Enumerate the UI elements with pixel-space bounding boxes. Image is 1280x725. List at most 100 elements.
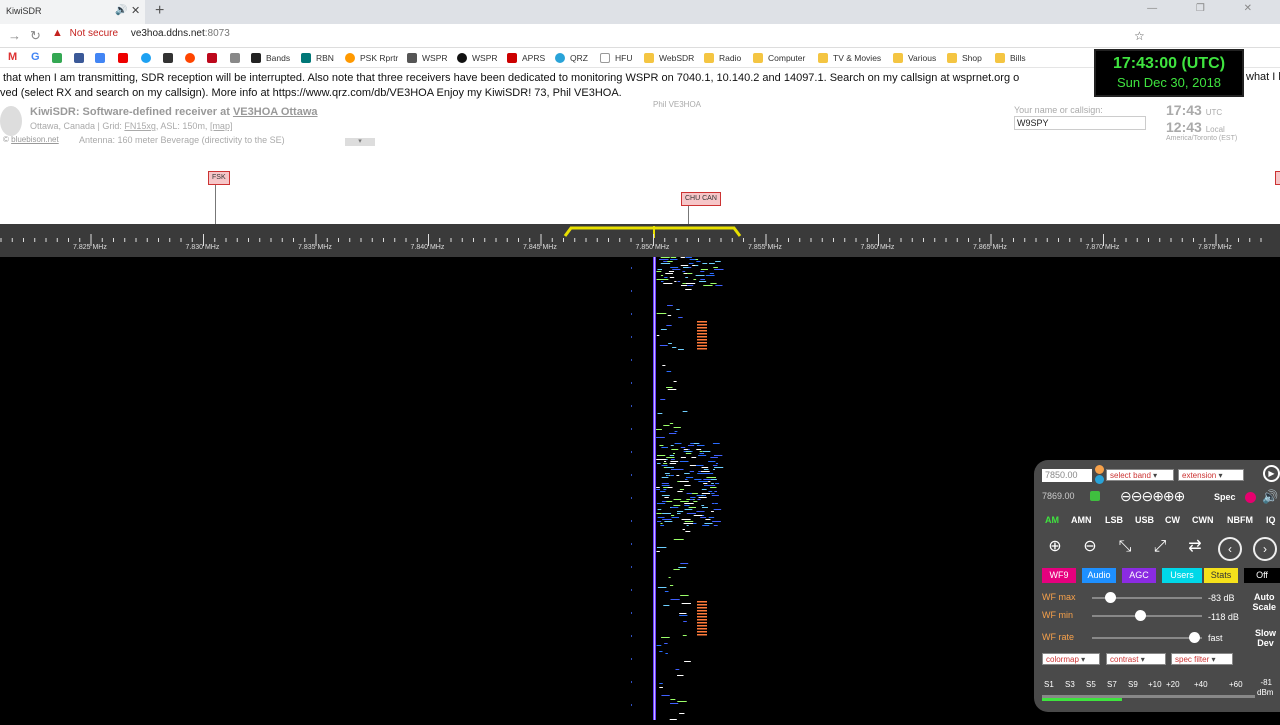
colormap-select[interactable]: colormap: [1042, 653, 1100, 665]
tab-stats[interactable]: Stats: [1204, 568, 1238, 583]
callsign-input[interactable]: [1014, 116, 1146, 130]
map-link[interactable]: [map]: [210, 121, 233, 131]
wf-max-slider[interactable]: [1105, 592, 1116, 603]
bookmark-aprs[interactable]: APRS: [507, 53, 545, 63]
mode-am[interactable]: AM: [1045, 515, 1059, 525]
bookmark-hfu[interactable]: HFU: [600, 53, 632, 63]
bookmark-qrz[interactable]: QRZ: [555, 53, 588, 63]
bookmark-shop[interactable]: Shop: [947, 53, 982, 63]
zoom-step-icons[interactable]: ⊖⊖⊖⊕⊕⊕: [1120, 488, 1185, 505]
tab-kiwisdr[interactable]: KiwiSDR 🔊 ✕: [0, 0, 145, 24]
mode-amn[interactable]: AMN: [1071, 515, 1092, 525]
wf-min-track[interactable]: [1092, 615, 1202, 617]
bookmark-wspr-1[interactable]: WSPR: [407, 53, 448, 63]
dx-label-chu-can[interactable]: CHU CAN: [681, 192, 721, 206]
bookmark-bills[interactable]: Bills: [995, 53, 1026, 63]
noise-speck: [631, 681, 632, 683]
signal-trace: [656, 487, 660, 488]
google-icon[interactable]: G: [31, 51, 40, 63]
address-bar[interactable]: ▲ Not secure ve3hoa.ddns.net:8073: [52, 27, 1152, 45]
mode-cwn[interactable]: CWN: [1192, 515, 1214, 525]
tab-users[interactable]: Users: [1162, 568, 1202, 583]
signal-trace: [680, 285, 687, 286]
maps-icon[interactable]: [52, 53, 67, 63]
twitter-icon[interactable]: [141, 53, 156, 63]
signal-trace: [715, 483, 720, 484]
signal-trace: [666, 325, 672, 326]
frequency-input[interactable]: 7850.00: [1042, 469, 1092, 482]
signal-trace: [662, 447, 668, 448]
bookmark-computer[interactable]: Computer: [753, 53, 805, 63]
signal-trace: [680, 563, 689, 564]
slow-dev-button[interactable]: Slow Dev: [1255, 628, 1276, 648]
contrast-select[interactable]: contrast: [1106, 653, 1166, 665]
step-down-icon[interactable]: [1095, 475, 1104, 484]
record-icon[interactable]: [1245, 492, 1256, 503]
reddit-icon[interactable]: [185, 53, 200, 63]
play-icon[interactable]: ▶: [1263, 465, 1280, 482]
zoom-narrow-icon[interactable]: ⤡: [1113, 537, 1137, 561]
tab-off[interactable]: Off: [1244, 568, 1280, 583]
spec-filter-select[interactable]: spec filter: [1171, 653, 1233, 665]
reload-icon[interactable]: ↻: [30, 28, 41, 44]
new-tab-button[interactable]: +: [155, 2, 164, 20]
tab-audio[interactable]: Audio: [1082, 568, 1116, 583]
title-link[interactable]: VE3HOA Ottawa: [233, 106, 318, 118]
auto-scale-button[interactable]: Auto Scale: [1252, 592, 1276, 612]
mode-cw[interactable]: CW: [1165, 515, 1180, 525]
wf-rate-track[interactable]: [1092, 637, 1202, 639]
frequency-scale[interactable]: 7.825 MHz 7.830 MHz 7.835 MHz 7.840 MHz 7.84…: [0, 224, 1280, 257]
dx-label-fsk[interactable]: FSK: [208, 171, 230, 185]
volume-icon[interactable]: 🔊: [1262, 489, 1278, 505]
tab-wf[interactable]: WF9: [1042, 568, 1076, 583]
gmail-icon[interactable]: M: [8, 51, 17, 63]
passband-marker[interactable]: [563, 226, 742, 237]
docs-icon[interactable]: [95, 53, 110, 63]
bookmark-bands[interactable]: Bands: [251, 53, 290, 63]
page-left-icon[interactable]: ‹: [1218, 537, 1242, 561]
band-select[interactable]: select band: [1106, 469, 1174, 481]
bookmark-30-icon[interactable]: [74, 53, 89, 63]
mode-usb[interactable]: USB: [1135, 515, 1154, 525]
swap-icon[interactable]: ⇄: [1183, 537, 1207, 561]
attribution-link[interactable]: bluebison.net: [11, 135, 59, 144]
signal-trace: [657, 455, 666, 456]
mode-nbfm[interactable]: NBFM: [1227, 515, 1253, 525]
digital-burst: [697, 610, 707, 612]
bookmark-psk-rprtr[interactable]: PSK Rprtr: [345, 53, 398, 63]
forward-icon[interactable]: →: [8, 28, 21, 43]
bookmark-wspr-2[interactable]: WSPR: [457, 53, 498, 63]
signal-trace: [680, 457, 686, 458]
page-right-icon[interactable]: ›: [1253, 537, 1277, 561]
youtube-icon[interactable]: [118, 53, 133, 63]
zoom-in-icon[interactable]: ⊕: [1043, 537, 1067, 561]
bookmark-tv-movies[interactable]: TV & Movies: [818, 53, 881, 63]
bookmark-icon[interactable]: [163, 53, 178, 63]
window-controls[interactable]: — ❐ ✕: [1147, 3, 1270, 14]
bookmark-rbn[interactable]: RBN: [301, 53, 334, 63]
zoom-max-icon[interactable]: ⤢: [1148, 537, 1172, 561]
bookmark-various[interactable]: Various: [893, 53, 936, 63]
star-icon[interactable]: ☆: [1134, 29, 1145, 43]
tab-agc[interactable]: AGC: [1122, 568, 1156, 583]
wf-min-slider[interactable]: [1135, 610, 1146, 621]
grid-link[interactable]: FN15xg: [124, 121, 156, 131]
step-up-icon[interactable]: [1095, 465, 1104, 474]
link-icon[interactable]: [1090, 491, 1100, 501]
mode-lsb[interactable]: LSB: [1105, 515, 1123, 525]
signal-trace: [668, 433, 677, 434]
extension-select[interactable]: extension: [1178, 469, 1244, 481]
mode-iq[interactable]: IQ: [1266, 515, 1276, 525]
bookmark-websdr[interactable]: WebSDR: [644, 53, 694, 63]
zoom-out-icon[interactable]: ⊖: [1078, 537, 1102, 561]
speaker-icon[interactable]: 🔊: [115, 5, 127, 16]
bookmark-radio[interactable]: Radio: [704, 53, 741, 63]
wifi-icon[interactable]: [230, 53, 245, 63]
signal-trace: [659, 445, 664, 446]
close-tab-icon[interactable]: ✕: [131, 4, 140, 17]
signal-trace: [701, 495, 704, 496]
dx-label-offscreen[interactable]: [1275, 171, 1280, 185]
pinterest-icon[interactable]: [207, 53, 222, 63]
wf-rate-slider[interactable]: [1189, 632, 1200, 643]
collapse-header-button[interactable]: ▾: [345, 138, 375, 146]
